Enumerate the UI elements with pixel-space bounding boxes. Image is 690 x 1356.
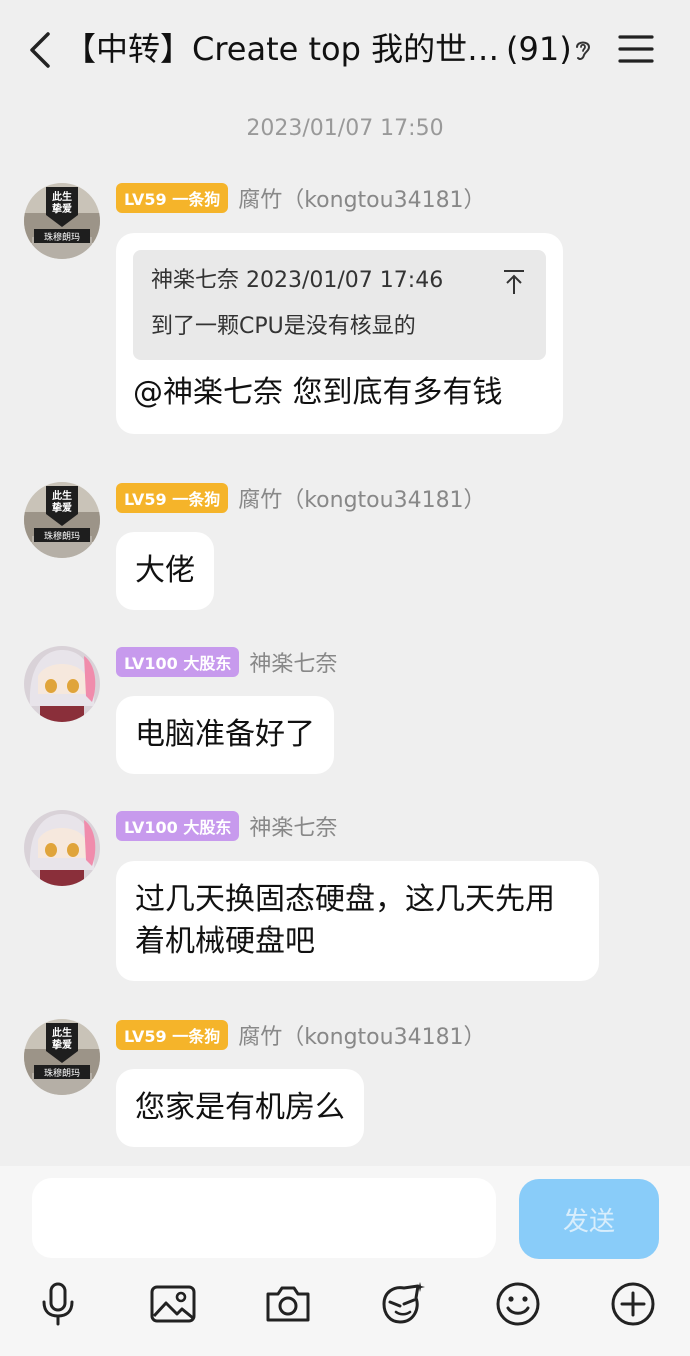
- message-input[interactable]: [32, 1178, 496, 1258]
- svg-text:挚爱: 挚爱: [52, 202, 72, 215]
- sender-name[interactable]: 腐竹（kongtou34181）: [238, 1019, 485, 1051]
- message-item: 此生 挚爱 珠穆朗玛 LV59 一条狗 腐竹（kongtou34181） 神楽七…: [0, 180, 690, 450]
- plus-icon[interactable]: [609, 1280, 657, 1328]
- svg-text:此生: 此生: [52, 1026, 72, 1039]
- jump-to-top-icon[interactable]: [502, 268, 526, 296]
- avatar[interactable]: 此生 挚爱 珠穆朗玛: [24, 1019, 100, 1095]
- sticker-icon[interactable]: [378, 1280, 426, 1328]
- sender-name[interactable]: 神楽七奈: [249, 810, 337, 842]
- level-badge: LV59 一条狗: [116, 483, 229, 513]
- message-text: 电脑准备好了: [135, 717, 315, 752]
- sender-name[interactable]: 腐竹（kongtou34181）: [238, 182, 485, 214]
- message-bubble[interactable]: 电脑准备好了: [116, 696, 334, 774]
- avatar[interactable]: 此生 挚爱 珠穆朗玛: [24, 183, 100, 259]
- svg-text:挚爱: 挚爱: [52, 501, 72, 514]
- camera-icon[interactable]: [264, 1280, 312, 1328]
- message-item: LV100 大股东 神楽七奈 过几天换固态硬盘，这几天先用着机械硬盘吧: [0, 808, 690, 988]
- avatar[interactable]: [24, 810, 100, 886]
- quote-author-time: 神楽七奈 2023/01/07 17:46: [151, 268, 444, 293]
- message-item: 此生 挚爱 珠穆朗玛 LV59 一条狗 腐竹（kongtou34181） 您家是…: [0, 1017, 690, 1157]
- message-bubble[interactable]: 大佬: [116, 532, 214, 610]
- message-text: 过几天换固态硬盘，这几天先用着机械硬盘吧: [135, 882, 555, 959]
- message-bubble[interactable]: 神楽七奈 2023/01/07 17:46 到了一颗CPU是没有核显的 @神楽七…: [116, 233, 563, 434]
- svg-text:珠穆朗玛: 珠穆朗玛: [44, 530, 80, 542]
- sender-name[interactable]: 腐竹（kongtou34181）: [238, 482, 485, 514]
- member-count: (91): [506, 30, 572, 68]
- svg-text:珠穆朗玛: 珠穆朗玛: [44, 1067, 80, 1079]
- message-text: @神楽七奈 您到底有多有钱: [133, 375, 503, 410]
- back-icon[interactable]: [26, 30, 56, 70]
- emoji-icon[interactable]: [494, 1280, 542, 1328]
- level-badge: LV100 大股东: [116, 647, 240, 677]
- message-text: 您家是有机房么: [135, 1090, 345, 1125]
- image-icon[interactable]: [149, 1280, 197, 1328]
- ear-icon[interactable]: [570, 36, 596, 64]
- svg-text:此生: 此生: [52, 489, 72, 502]
- level-badge: LV59 一条狗: [116, 1020, 229, 1050]
- avatar[interactable]: [24, 646, 100, 722]
- menu-icon[interactable]: [618, 34, 654, 64]
- message-item: LV100 大股东 神楽七奈 电脑准备好了: [0, 644, 690, 784]
- svg-text:珠穆朗玛: 珠穆朗玛: [44, 231, 80, 243]
- svg-text:挚爱: 挚爱: [52, 1038, 72, 1051]
- input-bar: 发送: [0, 1166, 690, 1356]
- message-bubble[interactable]: 您家是有机房么: [116, 1069, 364, 1147]
- chat-header: 【中转】Create top 我的世… (91): [0, 0, 690, 100]
- level-badge: LV59 一条狗: [116, 183, 229, 213]
- quote-text: 到了一颗CPU是没有核显的: [151, 314, 416, 339]
- send-button[interactable]: 发送: [519, 1179, 659, 1259]
- message-timestamp: 2023/01/07 17:50: [246, 116, 444, 141]
- avatar[interactable]: 此生 挚爱 珠穆朗玛: [24, 482, 100, 558]
- message-item: 此生 挚爱 珠穆朗玛 LV59 一条狗 腐竹（kongtou34181） 大佬: [0, 480, 690, 620]
- svg-text:此生: 此生: [52, 190, 72, 203]
- message-bubble[interactable]: 过几天换固态硬盘，这几天先用着机械硬盘吧: [116, 861, 599, 981]
- chat-title[interactable]: 【中转】Create top 我的世…: [64, 26, 564, 72]
- quoted-message[interactable]: 神楽七奈 2023/01/07 17:46 到了一颗CPU是没有核显的: [133, 250, 546, 360]
- message-text: 大佬: [135, 553, 195, 588]
- sender-name[interactable]: 神楽七奈: [249, 646, 337, 678]
- level-badge: LV100 大股东: [116, 811, 240, 841]
- mic-icon[interactable]: [34, 1280, 82, 1328]
